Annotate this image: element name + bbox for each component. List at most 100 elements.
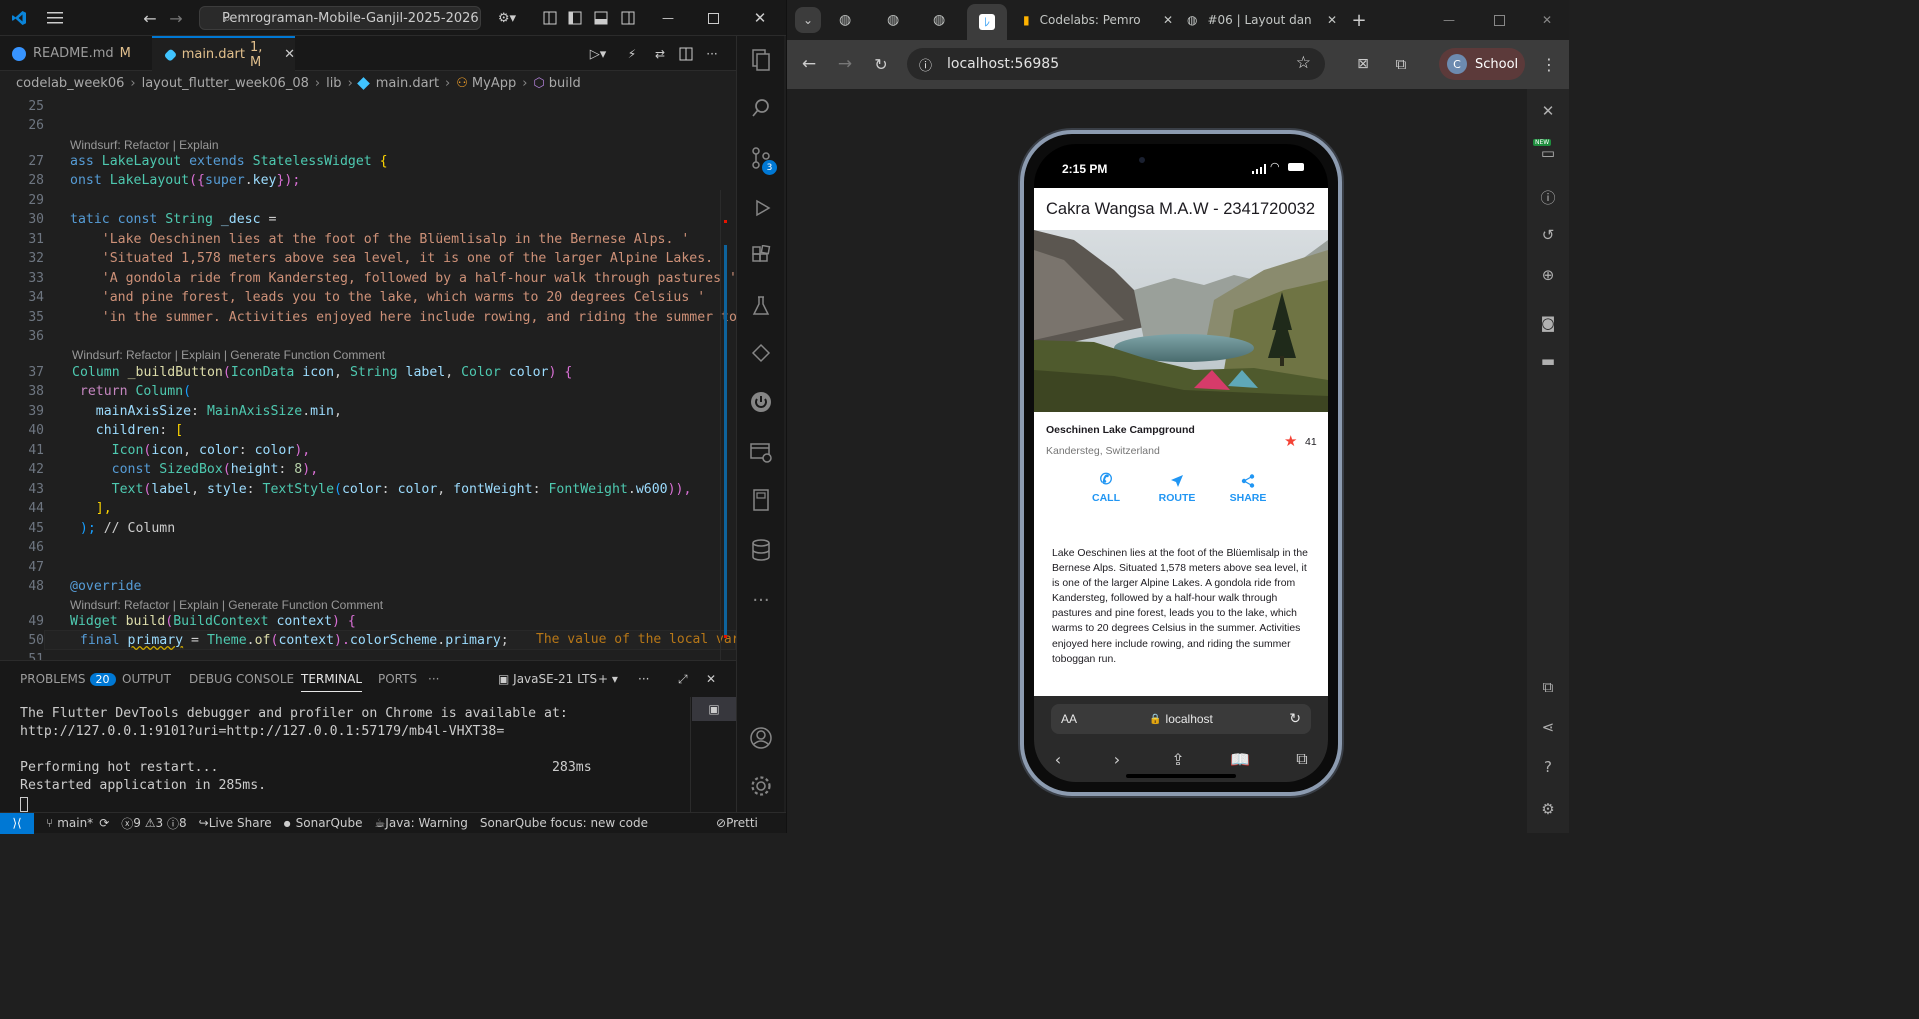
forward-arrow-icon[interactable]: →: [835, 54, 855, 74]
rotate-icon[interactable]: ↺: [1527, 223, 1569, 247]
breadcrumb-item[interactable]: lib: [326, 76, 341, 91]
share-button[interactable]: SHARE: [1208, 470, 1288, 504]
source-control-icon[interactable]: 3: [737, 138, 785, 178]
database-icon[interactable]: [737, 530, 785, 570]
maximize-panel-icon[interactable]: ⤢: [678, 672, 688, 687]
java-status[interactable]: ☕ Java: Warning: [375, 816, 468, 830]
accounts-icon[interactable]: [737, 718, 785, 758]
toggle-panel-icon[interactable]: [591, 8, 611, 28]
extension-icon[interactable]: ⊠: [1353, 54, 1373, 74]
toggle-sidebar-icon[interactable]: [565, 8, 585, 28]
back-arrow-icon[interactable]: ←: [799, 54, 819, 74]
tab-terminal[interactable]: TERMINAL: [301, 672, 363, 692]
close-side-panel-icon[interactable]: ✕: [1527, 99, 1569, 123]
tab-output[interactable]: OUTPUT: [122, 672, 171, 686]
more-actions-icon[interactable]: ···: [702, 44, 722, 64]
bookmark-star-icon[interactable]: ☆: [1296, 53, 1311, 73]
new-feature-icon[interactable]: NEW ▭: [1527, 139, 1569, 165]
close-panel-icon[interactable]: ✕: [706, 672, 716, 686]
tab-ports[interactable]: PORTS: [378, 672, 417, 686]
bookmarks-icon[interactable]: 📖: [1228, 748, 1252, 770]
video-icon[interactable]: ▬: [1527, 349, 1569, 373]
help-icon[interactable]: ?: [1527, 755, 1569, 779]
copilot-icon[interactable]: ⚙▾: [492, 8, 522, 28]
close-icon[interactable]: ✕: [750, 8, 770, 28]
tab-main-dart[interactable]: main.dart 1, M ✕: [152, 36, 295, 71]
back-arrow-icon[interactable]: ←: [140, 8, 160, 28]
browser-tab[interactable]: ▮ Codelabs: Pemro ✕: [1023, 6, 1173, 34]
tab-search-icon[interactable]: ⌄: [795, 7, 821, 33]
scroll-thumb[interactable]: [724, 245, 727, 635]
extensions-icon[interactable]: [737, 236, 785, 276]
codelens[interactable]: Windsurf: Refactor | Explain: [70, 138, 219, 152]
pinned-tab[interactable]: ◍: [933, 6, 945, 34]
chrome-menu-icon[interactable]: ⋮: [1539, 54, 1559, 74]
share-icon[interactable]: ⋖: [1527, 715, 1569, 739]
tab-problems[interactable]: PROBLEMS 20: [20, 672, 116, 686]
breadcrumb-item[interactable]: build: [549, 76, 581, 91]
compare-changes-icon[interactable]: ⇄: [650, 44, 670, 64]
reader-text-size[interactable]: AA: [1061, 712, 1077, 726]
reload-icon[interactable]: ↻: [1289, 710, 1301, 727]
prettier-status[interactable]: ⊘ Pretti: [716, 816, 758, 830]
breadcrumb-item[interactable]: MyApp: [472, 76, 516, 91]
minimize-icon[interactable]: —: [1439, 10, 1459, 30]
tab-close-icon[interactable]: ✕: [1163, 13, 1173, 27]
flutter-icon[interactable]: [737, 334, 785, 374]
zoom-icon[interactable]: ⊕: [1527, 263, 1569, 287]
site-info-icon[interactable]: ⓘ: [919, 55, 932, 74]
pinned-tab[interactable]: ◍: [839, 6, 851, 34]
sonar-focus-status[interactable]: SonarQube focus: new code: [480, 816, 648, 830]
flutter-hot-reload-icon[interactable]: ⚡: [622, 44, 642, 64]
codelens[interactable]: Windsurf: Refactor | Explain | Generate …: [72, 348, 385, 362]
profile-button[interactable]: C School: [1439, 48, 1525, 80]
tab-readme[interactable]: README.md M: [0, 36, 152, 71]
pinned-tab[interactable]: ◍: [887, 6, 899, 34]
live-share-status[interactable]: ↪ Live Share: [199, 816, 272, 830]
remote-explorer-icon[interactable]: [737, 432, 785, 472]
more-tabs-icon[interactable]: ···: [428, 672, 439, 686]
breadcrumb-item[interactable]: layout_flutter_week06_08: [142, 76, 309, 91]
reload-icon[interactable]: ↻: [871, 54, 891, 74]
code-editor[interactable]: 25 26 27 28 29 30 31 32 33 34 35 36 37 3…: [0, 95, 736, 660]
tabs-icon[interactable]: ⧉: [1290, 748, 1314, 770]
maximize-icon[interactable]: [703, 8, 723, 28]
command-center-search[interactable]: ⌕ Pemrograman-Mobile-Ganjil-2025-2026: [199, 6, 481, 30]
codelens[interactable]: Windsurf: Refactor | Explain | Generate …: [70, 598, 383, 612]
forward-arrow-icon[interactable]: →: [166, 8, 186, 28]
menu-icon[interactable]: [44, 8, 66, 28]
toggle-secondary-sidebar-icon[interactable]: [618, 8, 638, 28]
close-icon[interactable]: ✕: [1537, 10, 1557, 30]
terminal-profile[interactable]: ▣ JavaSE-21 LTS: [498, 672, 597, 686]
extensions-puzzle-icon[interactable]: ⧉: [1391, 54, 1411, 74]
share-sheet-icon[interactable]: ⇪: [1166, 748, 1190, 770]
customize-layout-icon[interactable]: [540, 8, 560, 28]
testing-icon[interactable]: [737, 286, 785, 326]
tab-close-icon[interactable]: ✕: [284, 47, 295, 62]
info-icon[interactable]: ⓘ: [1527, 185, 1569, 209]
explorer-icon[interactable]: [737, 40, 785, 80]
problems-status[interactable]: ⓧ 9 ⚠ 3 ⓘ 8: [121, 815, 186, 832]
more-views-icon[interactable]: ···: [737, 580, 785, 620]
breadcrumb-item[interactable]: main.dart: [376, 76, 439, 91]
breadcrumb-item[interactable]: codelab_week06: [16, 76, 124, 91]
overview-ruler[interactable]: [720, 190, 736, 660]
settings-gear-icon[interactable]: ⚙: [1527, 797, 1569, 821]
maximize-icon[interactable]: [1489, 10, 1509, 30]
terminal-output[interactable]: The Flutter DevTools debugger and profil…: [20, 705, 680, 812]
terminal-more-icon[interactable]: ···: [638, 672, 649, 686]
route-button[interactable]: ROUTE: [1137, 470, 1217, 504]
camera-icon[interactable]: ◙: [1527, 311, 1569, 335]
browser-tab[interactable]: ◍ #06 | Layout dan ✕: [1187, 6, 1337, 34]
remote-icon[interactable]: ⟩⟨: [0, 812, 34, 834]
browser-tab-active[interactable]: ﾚ: [967, 4, 1007, 40]
minimize-icon[interactable]: —: [658, 8, 678, 28]
extensions-puzzle-icon[interactable]: ⧉: [1527, 675, 1569, 699]
split-editor-icon[interactable]: [676, 44, 696, 64]
power-icon[interactable]: [737, 382, 785, 422]
branch-status[interactable]: ⑂ main* ⟳: [46, 816, 109, 830]
forward-chevron-icon[interactable]: ›: [1105, 748, 1129, 770]
terminal-instance[interactable]: ▣: [692, 697, 736, 721]
run-icon[interactable]: ▷▾: [584, 44, 612, 64]
new-terminal-icon[interactable]: + ▾: [598, 672, 618, 686]
